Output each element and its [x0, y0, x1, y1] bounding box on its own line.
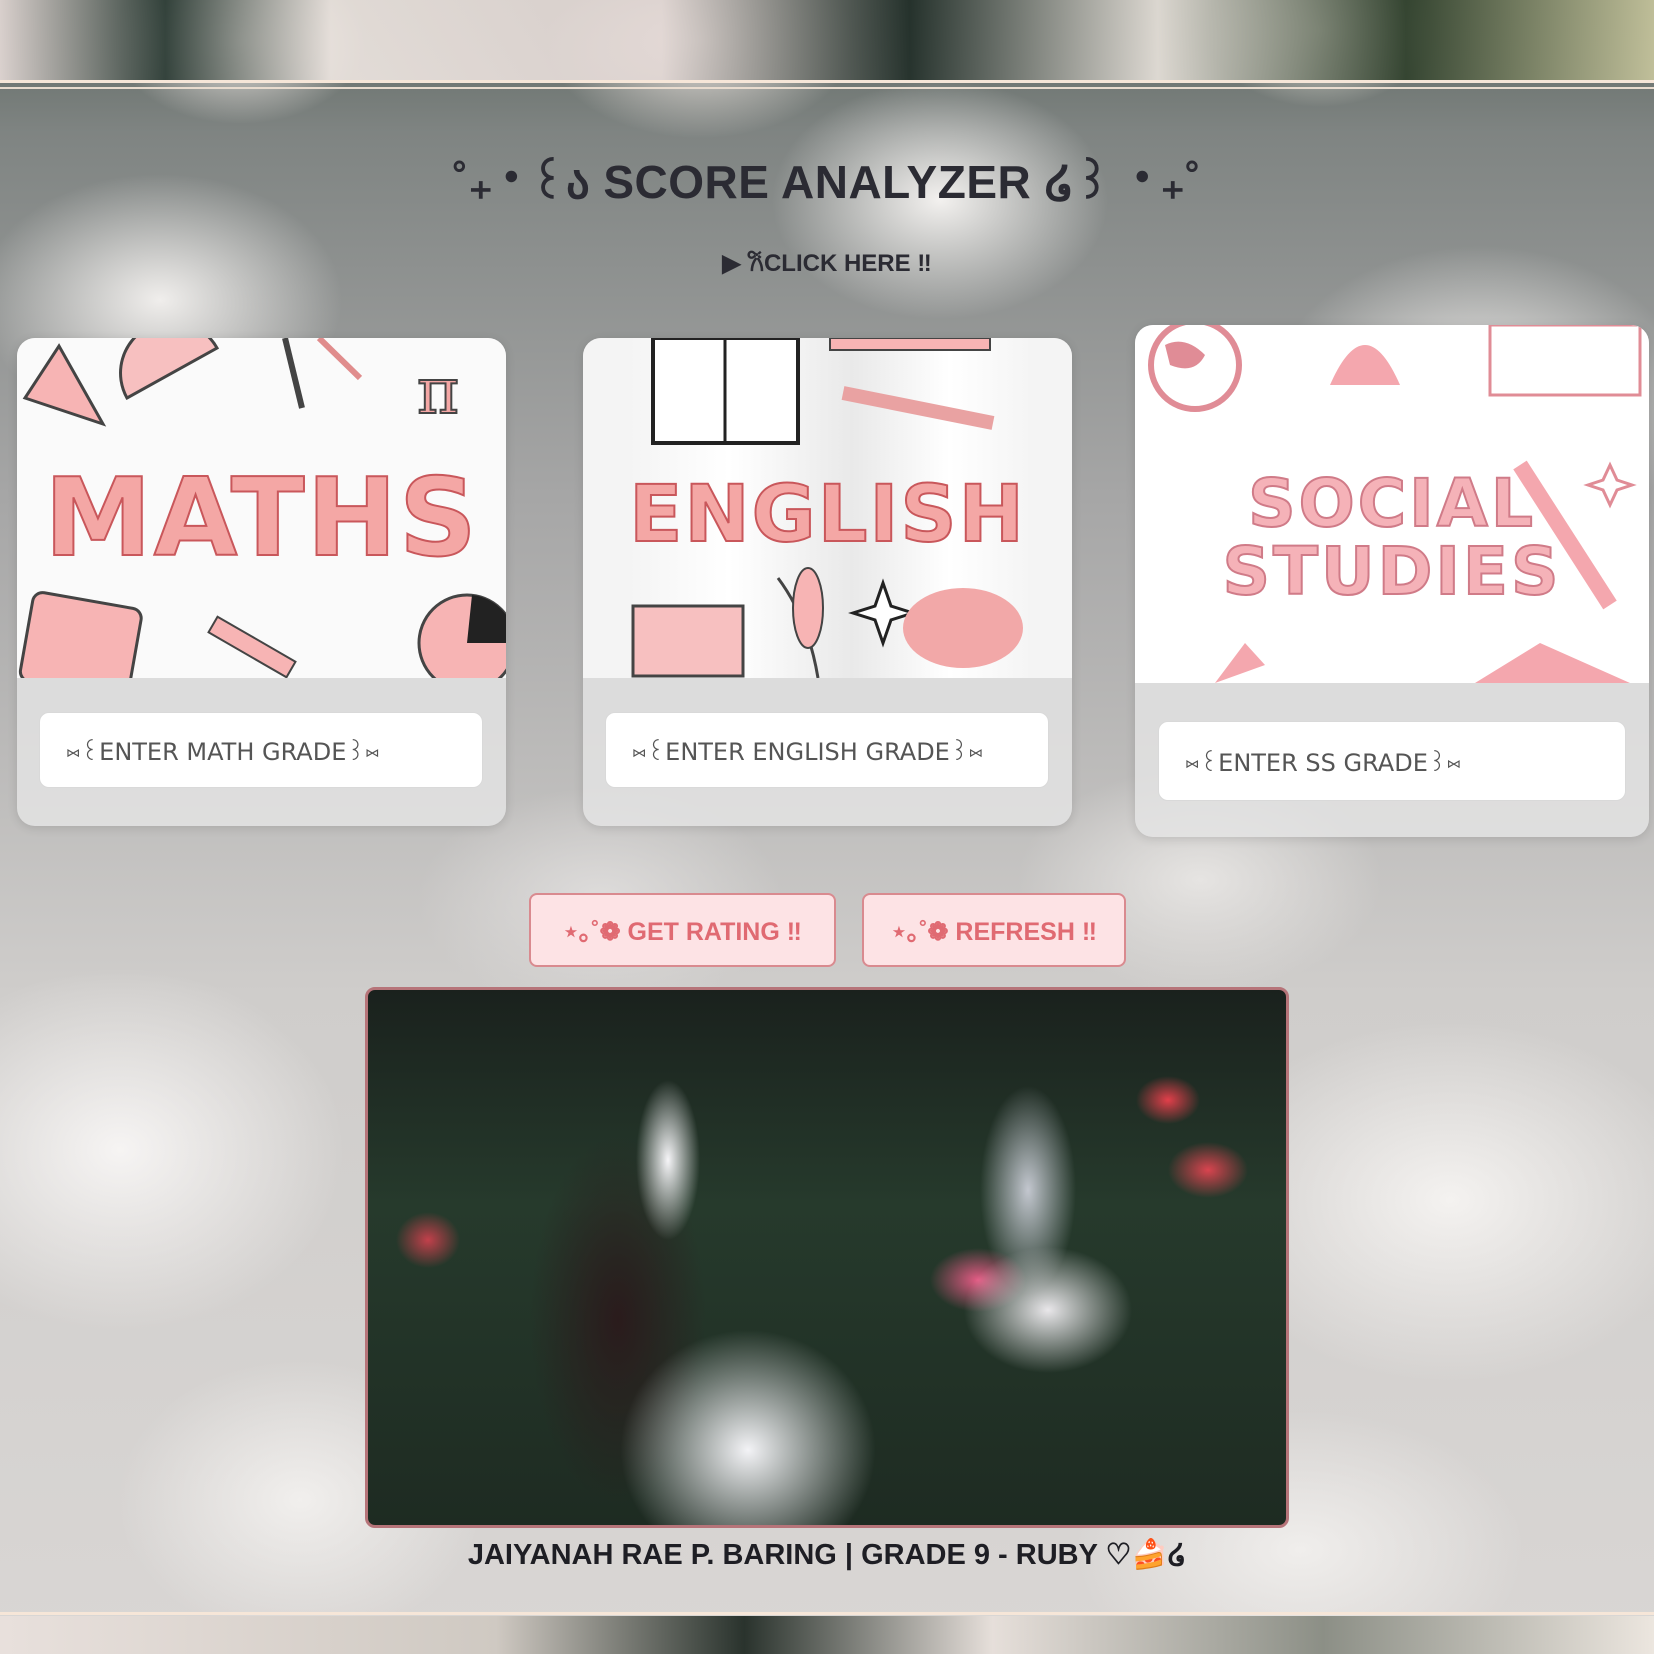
bottom-divider	[0, 1612, 1654, 1615]
english-grade-input[interactable]: ⑅꒰ENTER ENGLISH GRADE꒱⑅	[605, 712, 1049, 788]
bell-icon	[1330, 345, 1400, 385]
featured-image	[365, 987, 1289, 1528]
calendar-icon	[1488, 325, 1642, 397]
math-card-image: π MATHS	[17, 338, 506, 678]
bottom-photo-strip	[0, 1616, 1654, 1654]
english-card: ENGLISH ⑅꒰ENTER ENGLISH GRADE꒱⑅	[583, 338, 1072, 826]
triangle-ruler-icon	[22, 343, 107, 427]
student-caption: JAIYANAH RAE P. BARING | GRADE 9 - RUBY …	[467, 1539, 1187, 1571]
english-subject-title: ENGLISH	[628, 469, 1026, 561]
social-studies-title-line1: SOCIAL	[1247, 465, 1536, 542]
page-title: ˚₊‧꒰ა SCORE ANALYZER ໒꒱ ‧₊˚	[452, 156, 1202, 208]
top-photo-strip	[0, 0, 1654, 83]
get-rating-button[interactable]: ⋆｡˚❁ GET RATING ‼	[529, 893, 836, 967]
top-divider	[0, 80, 1654, 83]
pi-icon: π	[417, 355, 459, 429]
math-subject-title: MATHS	[43, 455, 479, 582]
social-studies-subject-title: SOCIAL STUDIES	[1135, 465, 1649, 610]
refresh-button[interactable]: ⋆｡˚❁ REFRESH ‼	[862, 893, 1126, 967]
ss-grade-input[interactable]: ⑅꒰ENTER SS GRADE꒱⑅	[1158, 721, 1626, 801]
top-divider-inner	[0, 87, 1654, 89]
pencil-icon	[282, 338, 305, 409]
calculator-icon	[18, 591, 143, 678]
social-studies-title-line2: STUDIES	[1221, 533, 1562, 610]
math-card: π MATHS ⑅꒰ENTER MATH GRADE꒱⑅	[17, 338, 506, 826]
social-studies-card: SOCIAL STUDIES ⑅꒰ENTER SS GRADE꒱⑅	[1135, 325, 1649, 837]
english-card-image: ENGLISH	[583, 338, 1072, 678]
social-studies-card-image: SOCIAL STUDIES	[1135, 325, 1649, 683]
click-here-toggle[interactable]: ▶ 𐙚CLICK HERE ‼	[0, 246, 1654, 279]
math-grade-input[interactable]: ⑅꒰ENTER MATH GRADE꒱⑅	[39, 712, 483, 788]
protractor-icon	[119, 338, 220, 401]
globe-icon	[1148, 325, 1242, 412]
laptop-icon	[631, 604, 745, 678]
